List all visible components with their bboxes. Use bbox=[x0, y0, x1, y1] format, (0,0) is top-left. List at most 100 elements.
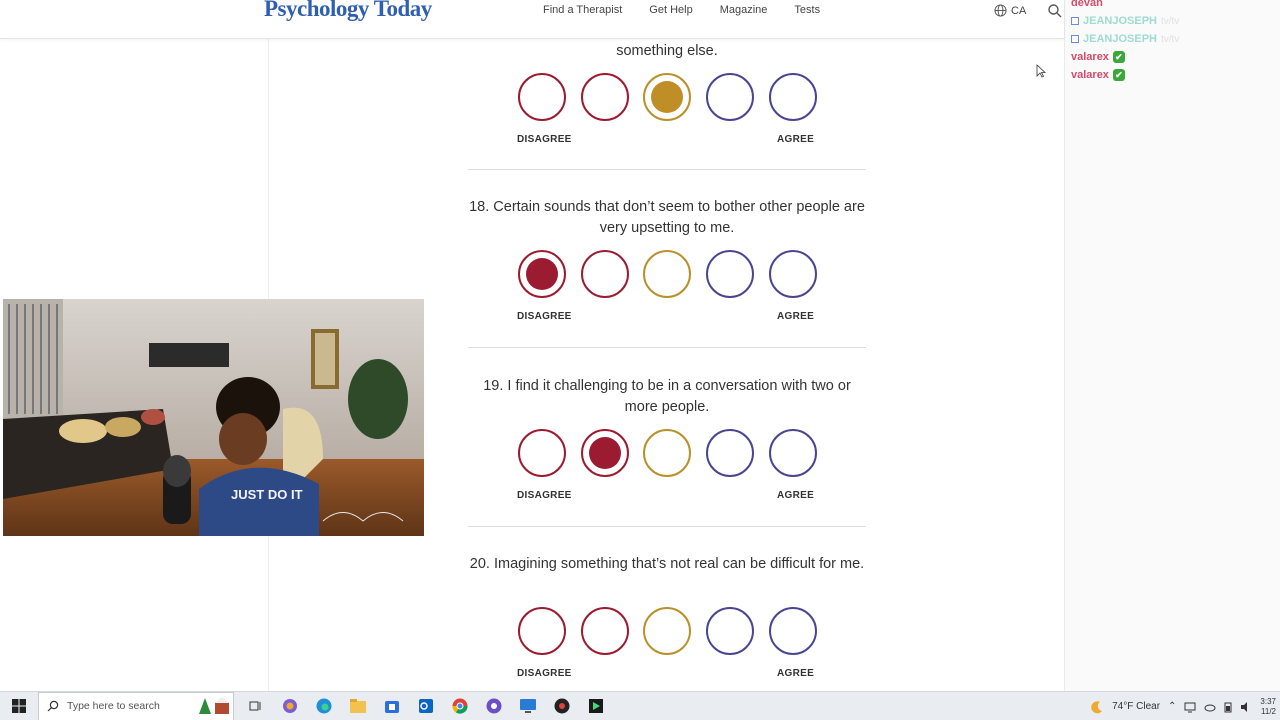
checkmark-icon: ✔ bbox=[1112, 69, 1125, 81]
selected-dot bbox=[589, 437, 621, 469]
taskbar-search[interactable]: Type here to search bbox=[38, 691, 234, 720]
scale-label-disagree: DISAGREE bbox=[517, 311, 572, 322]
selected-dot bbox=[651, 81, 683, 113]
answer-option-4[interactable] bbox=[706, 607, 754, 655]
answer-option-3[interactable] bbox=[643, 73, 691, 121]
quiz-question: 20. Imagining something that’s not real … bbox=[468, 554, 866, 575]
clock-date: 11/2 bbox=[1261, 706, 1276, 716]
streamlabs-icon[interactable] bbox=[584, 694, 608, 718]
chat-text: tv/tv bbox=[1160, 33, 1180, 45]
network-icon[interactable] bbox=[1184, 701, 1196, 713]
weather-label[interactable]: 74°F Clear bbox=[1112, 701, 1160, 712]
chat-text: tv/tv bbox=[1160, 15, 1180, 27]
chrome-icon[interactable] bbox=[448, 694, 472, 718]
chat-username[interactable]: devan bbox=[1071, 0, 1103, 9]
answer-option-5[interactable] bbox=[769, 607, 817, 655]
chat-username[interactable]: valarex bbox=[1071, 51, 1109, 63]
scale-label-disagree: DISAGREE bbox=[517, 490, 572, 501]
file-explorer-icon[interactable] bbox=[346, 694, 370, 718]
outlook-icon[interactable] bbox=[414, 694, 438, 718]
answer-option-3[interactable] bbox=[643, 250, 691, 298]
clock-time: 3:37 bbox=[1260, 696, 1276, 706]
chevron-up-icon[interactable]: ⌃ bbox=[1168, 701, 1176, 712]
answer-option-5[interactable] bbox=[769, 429, 817, 477]
search-icon[interactable] bbox=[1047, 3, 1063, 19]
answer-option-3[interactable] bbox=[643, 429, 691, 477]
scale-label-agree: AGREE bbox=[777, 490, 815, 501]
clock[interactable]: 3:37 11/2 bbox=[1260, 697, 1276, 717]
start-button[interactable] bbox=[0, 692, 38, 720]
chat-message: valarex ✔ bbox=[1071, 48, 1276, 66]
chat-message: JEANJOSEPH tv/tv bbox=[1071, 12, 1276, 30]
question-divider bbox=[468, 347, 866, 348]
answer-option-4[interactable] bbox=[706, 429, 754, 477]
answer-option-2[interactable] bbox=[581, 607, 629, 655]
chat-username[interactable]: JEANJOSEPH bbox=[1083, 15, 1157, 27]
taskbar-apps bbox=[244, 694, 608, 718]
holiday-tree-icon bbox=[199, 697, 230, 714]
nav-find-therapist[interactable]: Find a Therapist bbox=[543, 4, 622, 16]
chat-username[interactable]: JEANJOSEPH bbox=[1083, 33, 1157, 45]
question-text: something else. bbox=[616, 43, 718, 59]
answer-option-1[interactable] bbox=[518, 429, 566, 477]
stream-chat: devan JEANJOSEPH tv/tv JEANJOSEPH tv/tv valar… bbox=[1071, 0, 1276, 84]
locale-label: CA bbox=[1011, 4, 1027, 17]
answer-option-2[interactable] bbox=[581, 429, 629, 477]
speaker-icon[interactable] bbox=[1240, 701, 1252, 713]
answer-option-4[interactable] bbox=[706, 250, 754, 298]
obs-icon[interactable] bbox=[550, 694, 574, 718]
mouse-cursor-icon bbox=[1036, 64, 1046, 78]
copilot-icon[interactable] bbox=[278, 694, 302, 718]
question-text: 18. Certain sounds that don’t seem to bo… bbox=[469, 199, 865, 236]
webcam-feed: JUST DO IT bbox=[3, 299, 424, 536]
windows-logo-icon bbox=[12, 699, 26, 713]
answer-option-1[interactable] bbox=[518, 73, 566, 121]
remote-desktop-icon[interactable] bbox=[516, 694, 540, 718]
screen: Psychology Today Find a Therapist Get He… bbox=[0, 0, 1280, 720]
globe-icon bbox=[994, 4, 1007, 17]
cloud-icon[interactable] bbox=[1204, 701, 1216, 713]
question-text: 20. Imagining something that’s not real … bbox=[469, 556, 865, 572]
answer-option-4[interactable] bbox=[706, 73, 754, 121]
answer-scale: DISAGREE AGREE bbox=[468, 73, 866, 145]
answer-option-2[interactable] bbox=[581, 73, 629, 121]
question-divider bbox=[468, 526, 866, 527]
main-nav: Find a Therapist Get Help Magazine Tests bbox=[543, 4, 847, 16]
task-view-icon[interactable] bbox=[244, 694, 268, 718]
edge-icon[interactable] bbox=[312, 694, 336, 718]
answer-option-1[interactable] bbox=[518, 250, 566, 298]
chat-username[interactable]: valarex bbox=[1071, 69, 1109, 81]
question-text: 19. I find it challenging to be in a con… bbox=[483, 378, 851, 415]
chrome-beta-icon[interactable] bbox=[482, 694, 506, 718]
battery-icon[interactable] bbox=[1224, 701, 1232, 713]
nav-magazine[interactable]: Magazine bbox=[720, 4, 768, 16]
nav-get-help[interactable]: Get Help bbox=[649, 4, 692, 16]
store-icon[interactable] bbox=[380, 694, 404, 718]
webcam-overlay: JUST DO IT bbox=[3, 299, 424, 536]
scale-label-agree: AGREE bbox=[777, 134, 815, 145]
quiz-question: something else. bbox=[468, 41, 866, 62]
selected-dot bbox=[526, 258, 558, 290]
answer-scale: DISAGREE AGREE bbox=[468, 250, 866, 322]
answer-option-3[interactable] bbox=[643, 607, 691, 655]
chat-message: devan bbox=[1071, 0, 1276, 12]
answer-scale: DISAGREE AGREE bbox=[468, 607, 866, 679]
chat-message: JEANJOSEPH tv/tv bbox=[1071, 30, 1276, 48]
answer-option-5[interactable] bbox=[769, 250, 817, 298]
question-divider bbox=[468, 169, 866, 170]
nav-tests[interactable]: Tests bbox=[794, 4, 820, 16]
weather-moon-icon bbox=[1091, 700, 1103, 713]
answer-option-2[interactable] bbox=[581, 250, 629, 298]
scale-label-agree: AGREE bbox=[777, 668, 815, 679]
search-icon bbox=[47, 700, 59, 712]
answer-option-1[interactable] bbox=[518, 607, 566, 655]
scale-label-disagree: DISAGREE bbox=[517, 134, 572, 145]
answer-scale: DISAGREE AGREE bbox=[468, 429, 866, 501]
windows-taskbar: Type here to search 74°F Clear ⌃ 3:37 11… bbox=[0, 691, 1280, 720]
answer-option-5[interactable] bbox=[769, 73, 817, 121]
locale-selector[interactable]: CA bbox=[994, 4, 1026, 17]
chat-message: valarex ✔ bbox=[1071, 66, 1276, 84]
site-logo[interactable]: Psychology Today bbox=[264, 0, 432, 22]
quiz-question: 19. I find it challenging to be in a con… bbox=[468, 376, 866, 418]
site-header: Psychology Today Find a Therapist Get He… bbox=[0, 0, 1064, 39]
